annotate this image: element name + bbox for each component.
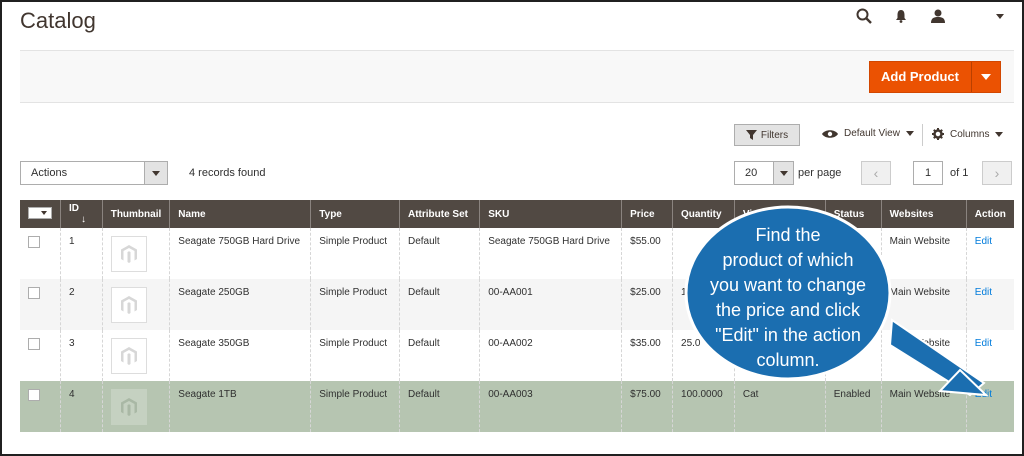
filters-button[interactable]: Filters: [734, 124, 800, 146]
cell-price: $75.00: [621, 381, 674, 432]
chevron-down-icon: [144, 162, 167, 184]
select-all-checkbox[interactable]: [28, 207, 52, 219]
callout-line: product of which: [722, 250, 853, 270]
magento-logo-icon: [120, 296, 137, 314]
records-found-count: 4 records found: [189, 167, 266, 179]
cell-sku: 00-AA003: [479, 381, 623, 432]
per-page-label: per page: [798, 167, 842, 179]
row-checkbox[interactable]: [28, 236, 40, 248]
previous-page-button[interactable]: ‹: [861, 161, 891, 185]
product-thumbnail-placeholder[interactable]: [110, 287, 147, 323]
cell-attribute-set: Default: [399, 330, 481, 381]
select-all-header[interactable]: [20, 200, 61, 228]
funnel-icon: [745, 130, 757, 140]
row-checkbox[interactable]: [28, 389, 40, 401]
cell-price: $25.00: [621, 279, 674, 330]
search-icon[interactable]: [856, 8, 872, 24]
callout-line: column.: [756, 350, 819, 370]
mass-actions-dropdown[interactable]: Actions: [20, 161, 168, 185]
callout-line: the price and click: [716, 300, 861, 320]
cell-name: Seagate 350GB: [169, 330, 312, 381]
cell-type: Simple Product: [310, 330, 400, 381]
cell-id: 3: [60, 330, 103, 381]
column-header-name[interactable]: Name: [169, 200, 312, 228]
cell-name: Seagate 750GB Hard Drive: [169, 228, 312, 279]
toolbar-divider: [922, 124, 923, 146]
gear-icon: [932, 128, 944, 140]
view-label: Default View: [844, 128, 900, 139]
next-page-button[interactable]: ›: [982, 161, 1012, 185]
cell-name: Seagate 250GB: [169, 279, 312, 330]
cell-sku: 00-AA002: [479, 330, 623, 381]
row-checkbox[interactable]: [28, 287, 40, 299]
add-product-split-button: Add Product: [869, 61, 1001, 93]
columns-label: Columns: [950, 128, 990, 140]
cell-id: 1: [60, 228, 103, 279]
chevron-right-icon: ›: [994, 165, 1000, 181]
column-header-sku[interactable]: SKU: [479, 200, 623, 228]
cell-name: Seagate 1TB: [169, 381, 312, 432]
callout-line: Find the: [755, 225, 820, 245]
filters-label: Filters: [760, 129, 789, 141]
per-page-value: 20: [745, 167, 758, 179]
cell-thumbnail: [102, 228, 171, 279]
magento-logo-icon: [120, 347, 137, 365]
view-selector[interactable]: Default View: [822, 128, 914, 139]
column-header-type[interactable]: Type: [310, 200, 400, 228]
chevron-down-icon: [905, 131, 914, 136]
cell-attribute-set: Default: [399, 228, 481, 279]
cell-type: Simple Product: [310, 228, 400, 279]
chevron-down-icon: [773, 162, 793, 184]
total-pages-label: of 1: [950, 167, 969, 179]
eye-icon: [822, 129, 838, 138]
cell-price: $35.00: [621, 330, 674, 381]
product-thumbnail-placeholder[interactable]: [110, 236, 147, 272]
account-menu-chevron-down-icon[interactable]: [996, 13, 1004, 19]
caret-down-icon: [981, 74, 991, 80]
notifications-bell-icon[interactable]: [894, 9, 908, 23]
chevron-down-icon: [995, 131, 1004, 137]
column-header-id[interactable]: ID ↓: [60, 200, 103, 228]
cell-thumbnail: [102, 279, 171, 330]
cell-attribute-set: Default: [399, 381, 481, 432]
cell-price: $55.00: [621, 228, 674, 279]
cell-sku: Seagate 750GB Hard Drive: [479, 228, 623, 279]
callout-line: "Edit" in the action: [715, 325, 861, 345]
callout-line: you want to change: [710, 275, 866, 295]
row-checkbox[interactable]: [28, 338, 40, 350]
cell-thumbnail: [102, 381, 171, 432]
cell-sku: 00-AA001: [479, 279, 623, 330]
global-header-actions: [856, 8, 1004, 24]
mass-actions-label: Actions: [31, 167, 68, 179]
per-page-select[interactable]: 20: [734, 161, 794, 185]
cell-thumbnail: [102, 330, 171, 381]
cell-id: 4: [60, 381, 103, 432]
page-actions-bar: Add Product: [20, 50, 1014, 103]
product-thumbnail-placeholder[interactable]: [110, 338, 147, 374]
chevron-left-icon: ‹: [873, 165, 879, 181]
magento-logo-icon: [120, 398, 137, 416]
column-header-price[interactable]: Price: [621, 200, 674, 228]
add-product-type-dropdown[interactable]: [971, 62, 1000, 92]
add-product-button[interactable]: Add Product: [870, 62, 971, 92]
cell-type: Simple Product: [310, 279, 400, 330]
user-account-icon[interactable]: [930, 9, 946, 23]
current-page-input[interactable]: 1: [913, 161, 943, 185]
column-header-attribute-set[interactable]: Attribute Set: [399, 200, 481, 228]
cell-attribute-set: Default: [399, 279, 481, 330]
cell-id: 2: [60, 279, 103, 330]
page-title: Catalog: [20, 8, 96, 33]
columns-selector[interactable]: Columns: [932, 128, 1004, 140]
product-thumbnail-placeholder[interactable]: [110, 389, 147, 425]
sort-arrow-icon: ↓: [81, 214, 86, 225]
magento-logo-icon: [120, 245, 137, 263]
column-header-thumbnail[interactable]: Thumbnail: [102, 200, 171, 228]
instruction-callout: Find the product of which you want to ch…: [684, 205, 989, 397]
cell-type: Simple Product: [310, 381, 400, 432]
